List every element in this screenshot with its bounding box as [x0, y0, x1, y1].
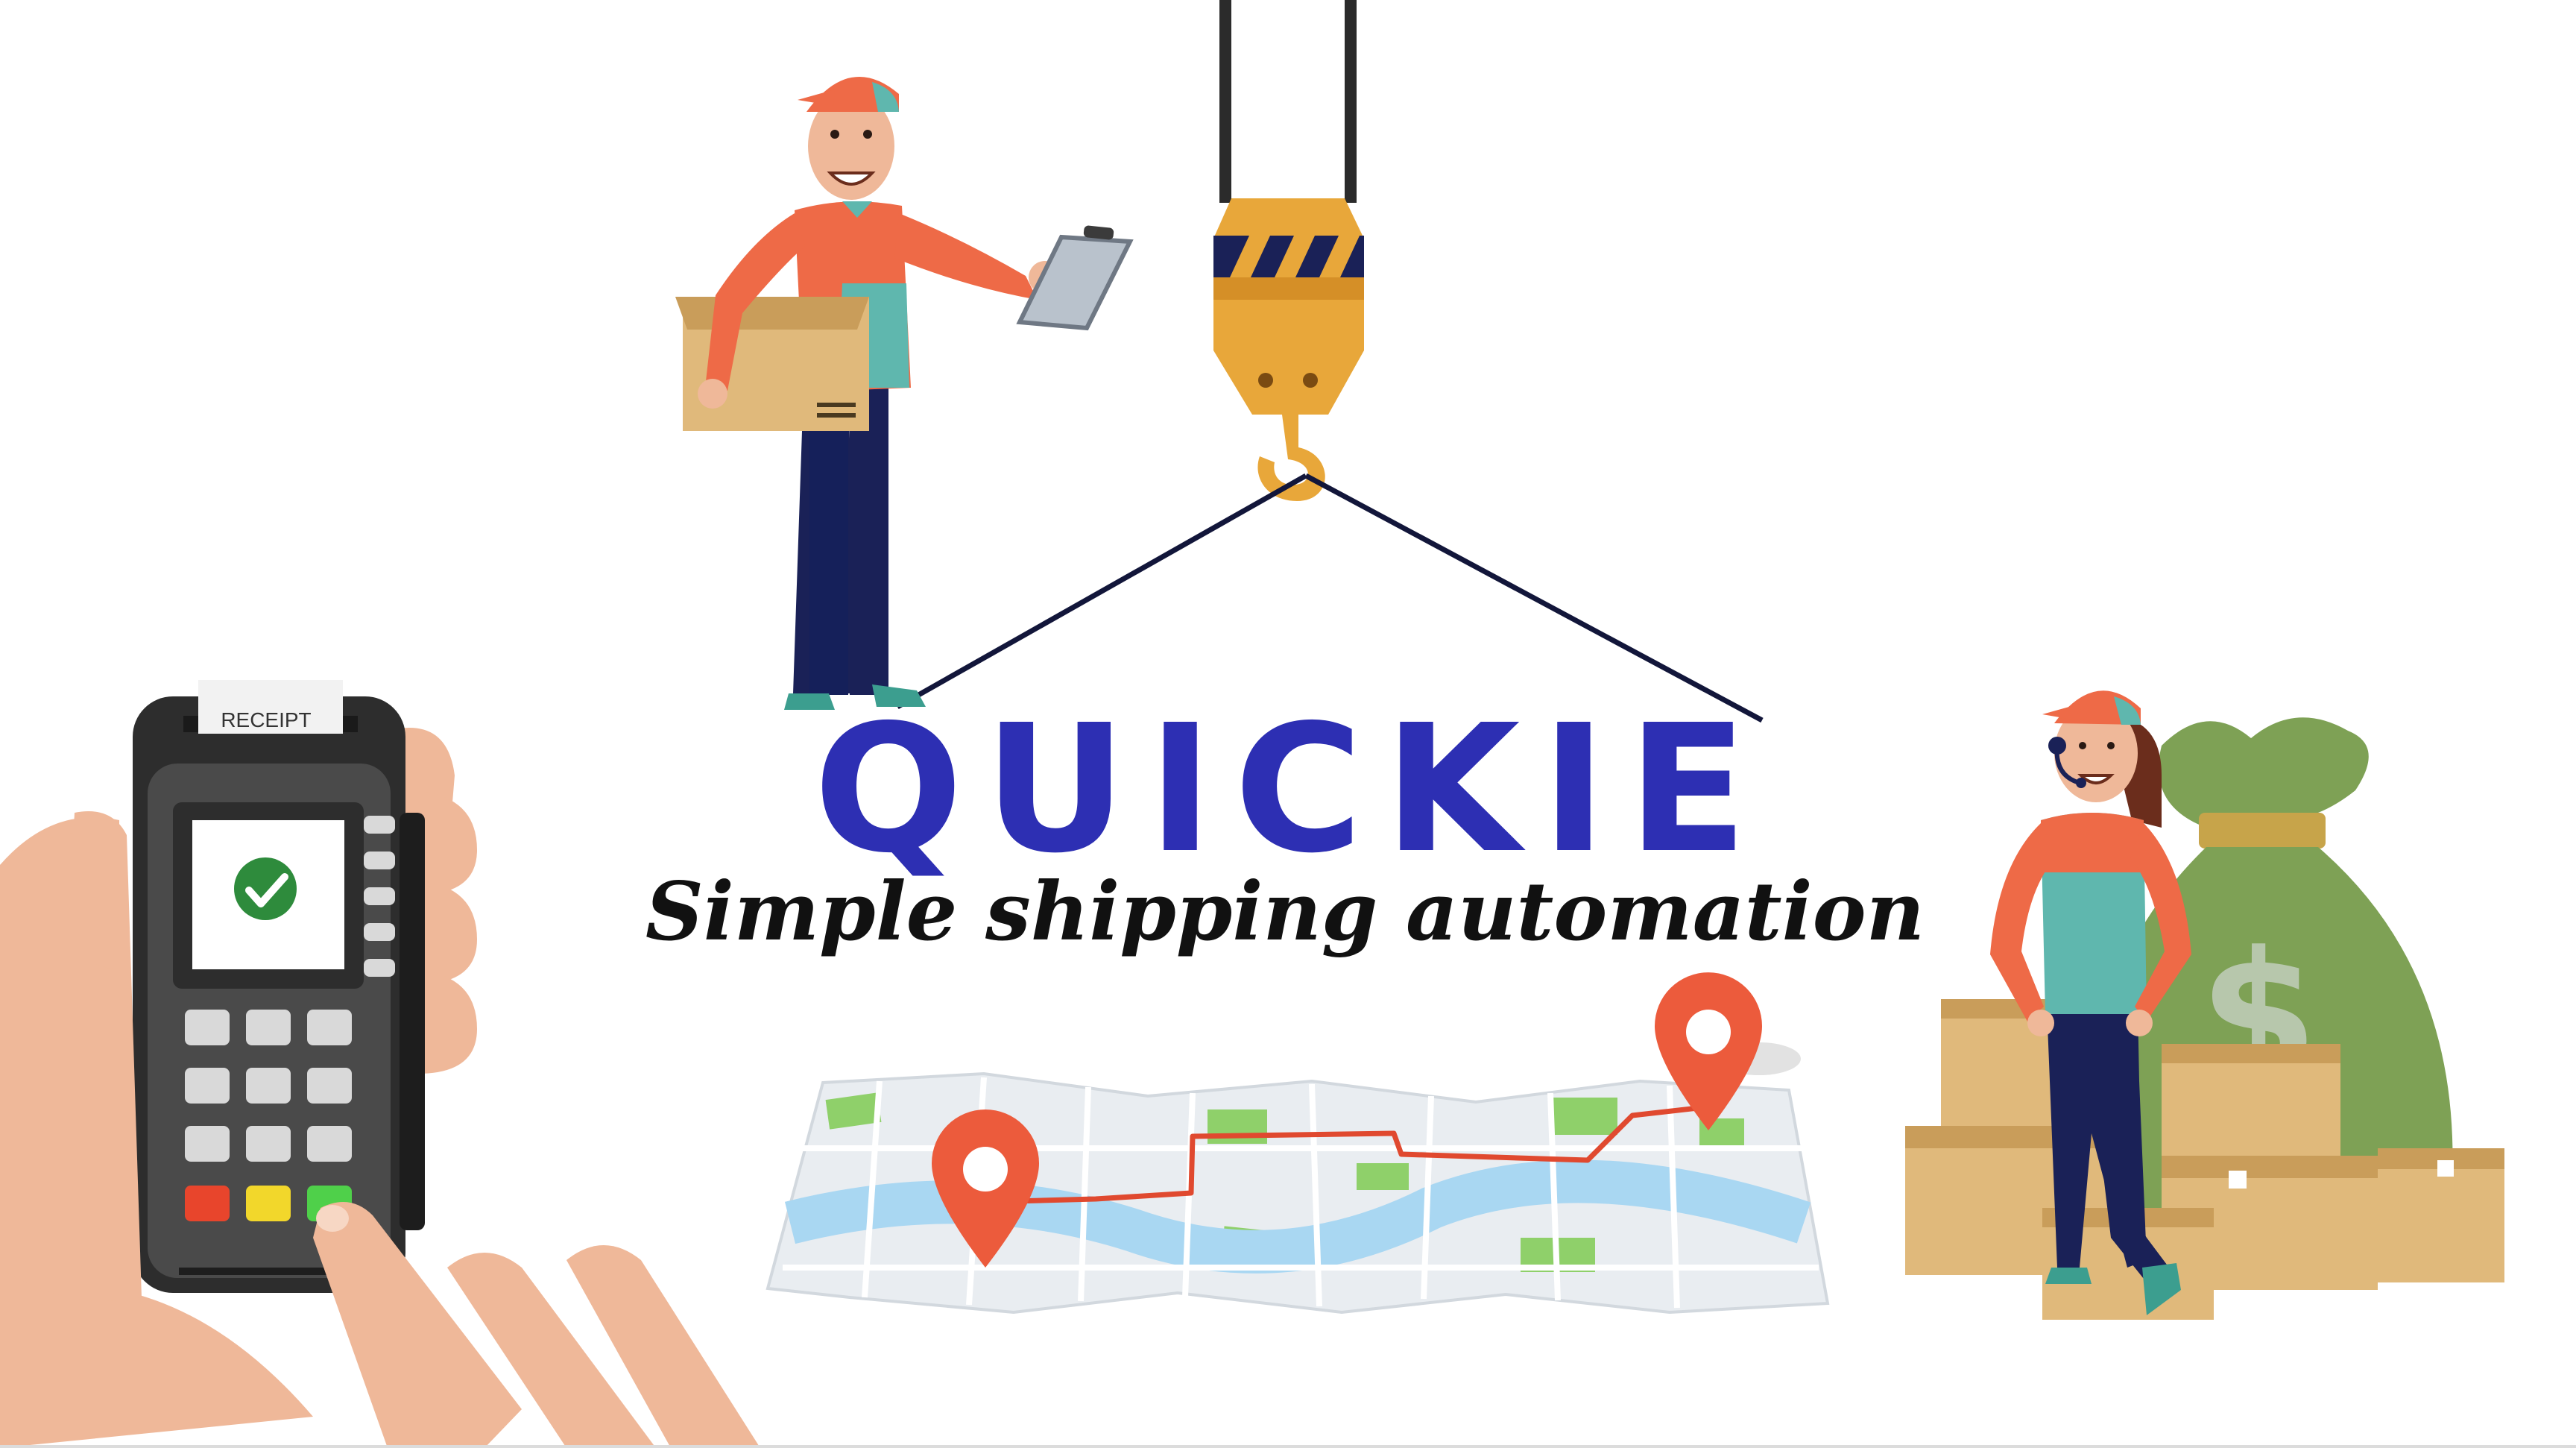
- box-icon: [675, 297, 869, 431]
- clear-key: [246, 1186, 291, 1221]
- map-icon: [765, 1071, 1830, 1315]
- crane-hook-icon: [1213, 0, 1364, 501]
- hook-rope: [896, 473, 1764, 723]
- receipt-label: RECEIPT: [221, 708, 311, 731]
- payment-terminal-icon: RECEIPT: [0, 680, 760, 1448]
- brand-tagline: Simple shipping automation: [645, 865, 1925, 959]
- keypad: [185, 1010, 352, 1162]
- cancel-key: [185, 1186, 230, 1221]
- hero-illustration: RECEIPT QUICKIE Simple shipping automati…: [0, 0, 2576, 1448]
- brand-title: QUICKIE: [813, 687, 1768, 892]
- checkmark-icon: [234, 857, 297, 920]
